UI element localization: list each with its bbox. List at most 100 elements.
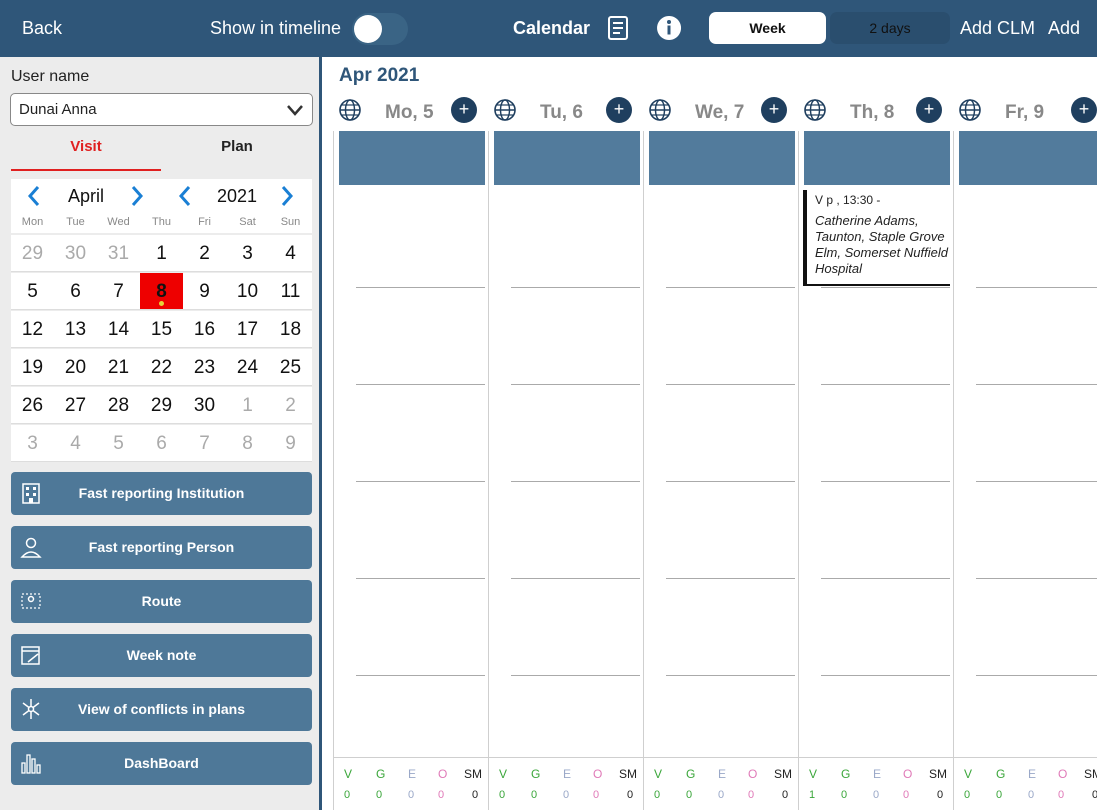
calendar-day[interactable]: 14 [97,311,140,348]
calendar-day[interactable]: 10 [226,273,269,310]
next-month-icon[interactable] [127,183,147,209]
calendar-year: 2021 [217,186,258,206]
counter-value: 0 [873,789,880,801]
calendar-day[interactable]: 3 [11,425,54,462]
calendar-day[interactable]: 9 [269,425,312,462]
day-column[interactable] [643,131,798,757]
calendar-day[interactable]: 7 [97,273,140,310]
week-note-button[interactable]: Week note [11,634,312,677]
add-event-button[interactable]: + [606,97,632,123]
route-button[interactable]: Route [11,580,312,623]
calendar-day[interactable]: 5 [97,425,140,462]
calendar-day[interactable]: 2 [269,387,312,424]
calendar-header: April 2021 [11,179,312,213]
globe-icon[interactable] [957,97,983,123]
globe-icon[interactable] [647,97,673,123]
tab-visit[interactable]: Visit [11,137,161,171]
fast-reporting-person-button[interactable]: Fast reporting Person [11,526,312,569]
calendar-day[interactable]: 5 [11,273,54,310]
calendar-day[interactable]: 22 [140,349,183,386]
tab-plan[interactable]: Plan [162,137,312,171]
calendar-day[interactable]: 4 [269,235,312,272]
next-year-icon[interactable] [277,183,297,209]
hour-line [821,578,950,579]
globe-icon[interactable] [337,97,363,123]
day-column[interactable] [488,131,643,757]
calendar-day[interactable]: 31 [97,235,140,272]
day-column[interactable] [333,131,488,757]
prev-year-icon[interactable] [175,183,195,209]
calendar-day-selected[interactable]: 8 [140,273,183,310]
show-in-timeline-toggle[interactable] [352,13,408,45]
calendar-day[interactable]: 2 [183,235,226,272]
calendar-day[interactable]: 9 [183,273,226,310]
add-event-button[interactable]: + [761,97,787,123]
calendar-day[interactable]: 24 [226,349,269,386]
weekday-label: Thu [152,216,171,228]
all-day-band[interactable] [959,131,1097,185]
calendar-day[interactable]: 17 [226,311,269,348]
calendar-day[interactable]: 28 [97,387,140,424]
calendar-day[interactable]: 30 [54,235,97,272]
calendar-day[interactable]: 8 [226,425,269,462]
back-button[interactable]: Back [22,0,62,57]
calendar-day[interactable]: 23 [183,349,226,386]
all-day-band[interactable] [339,131,485,185]
add-clm-button[interactable]: Add CLM [960,0,1035,57]
calendar-day[interactable]: 29 [140,387,183,424]
all-day-band[interactable] [494,131,640,185]
calendar-list-icon[interactable] [604,14,632,42]
week-view-button[interactable]: Week [709,12,826,44]
globe-icon[interactable] [802,97,828,123]
calendar-day[interactable]: 1 [140,235,183,272]
calendar-day[interactable]: 6 [54,273,97,310]
calendar-day[interactable]: 1 [226,387,269,424]
calendar-day[interactable]: 21 [97,349,140,386]
hour-line [356,384,485,385]
info-icon[interactable] [655,14,683,42]
hour-line [976,287,1097,288]
weekday-label: Mon [21,216,44,228]
calendar-day[interactable]: 12 [11,311,54,348]
calendar-day[interactable]: 13 [54,311,97,348]
hour-line [356,287,485,288]
hour-line [666,675,795,676]
calendar-day[interactable]: 29 [11,235,54,272]
calendar-day[interactable]: 15 [140,311,183,348]
calendar-day[interactable]: 20 [54,349,97,386]
fast-reporting-institution-button[interactable]: Fast reporting Institution [11,472,312,515]
add-button[interactable]: Add [1048,0,1080,57]
counter-value: 0 [499,789,506,801]
calendar-day[interactable]: 4 [54,425,97,462]
event-card[interactable]: V p , 13:30 - Catherine Adams, Taunton, … [803,190,950,286]
calendar-day[interactable]: 30 [183,387,226,424]
calendar-day[interactable]: 18 [269,311,312,348]
calendar-day[interactable]: 11 [269,273,312,310]
add-event-button[interactable]: + [451,97,477,123]
calendar-day[interactable]: 27 [54,387,97,424]
dashboard-button[interactable]: DashBoard [11,742,312,785]
day-label: We, 7 [695,102,745,123]
calendar-day[interactable]: 16 [183,311,226,348]
event-time: V p , 13:30 - [815,193,881,207]
two-days-view-button[interactable]: 2 days [830,12,950,44]
weekday-label: Tue [66,216,85,228]
user-name-select[interactable]: Dunai Anna [10,93,313,126]
counter-label: O [903,767,913,781]
calendar-day[interactable]: 6 [140,425,183,462]
all-day-band[interactable] [649,131,795,185]
calendar-day[interactable]: 7 [183,425,226,462]
day-column[interactable] [953,131,1097,757]
view-of-conflicts-in-plans-button[interactable]: View of conflicts in plans [11,688,312,731]
calendar-day[interactable]: 25 [269,349,312,386]
all-day-band[interactable] [804,131,950,185]
prev-month-icon[interactable] [24,183,44,209]
globe-icon[interactable] [492,97,518,123]
add-event-button[interactable]: + [916,97,942,123]
add-event-button[interactable]: + [1071,97,1097,123]
hour-line [666,384,795,385]
counter-value: 0 [376,789,383,801]
calendar-day[interactable]: 19 [11,349,54,386]
calendar-day[interactable]: 3 [226,235,269,272]
calendar-day[interactable]: 26 [11,387,54,424]
